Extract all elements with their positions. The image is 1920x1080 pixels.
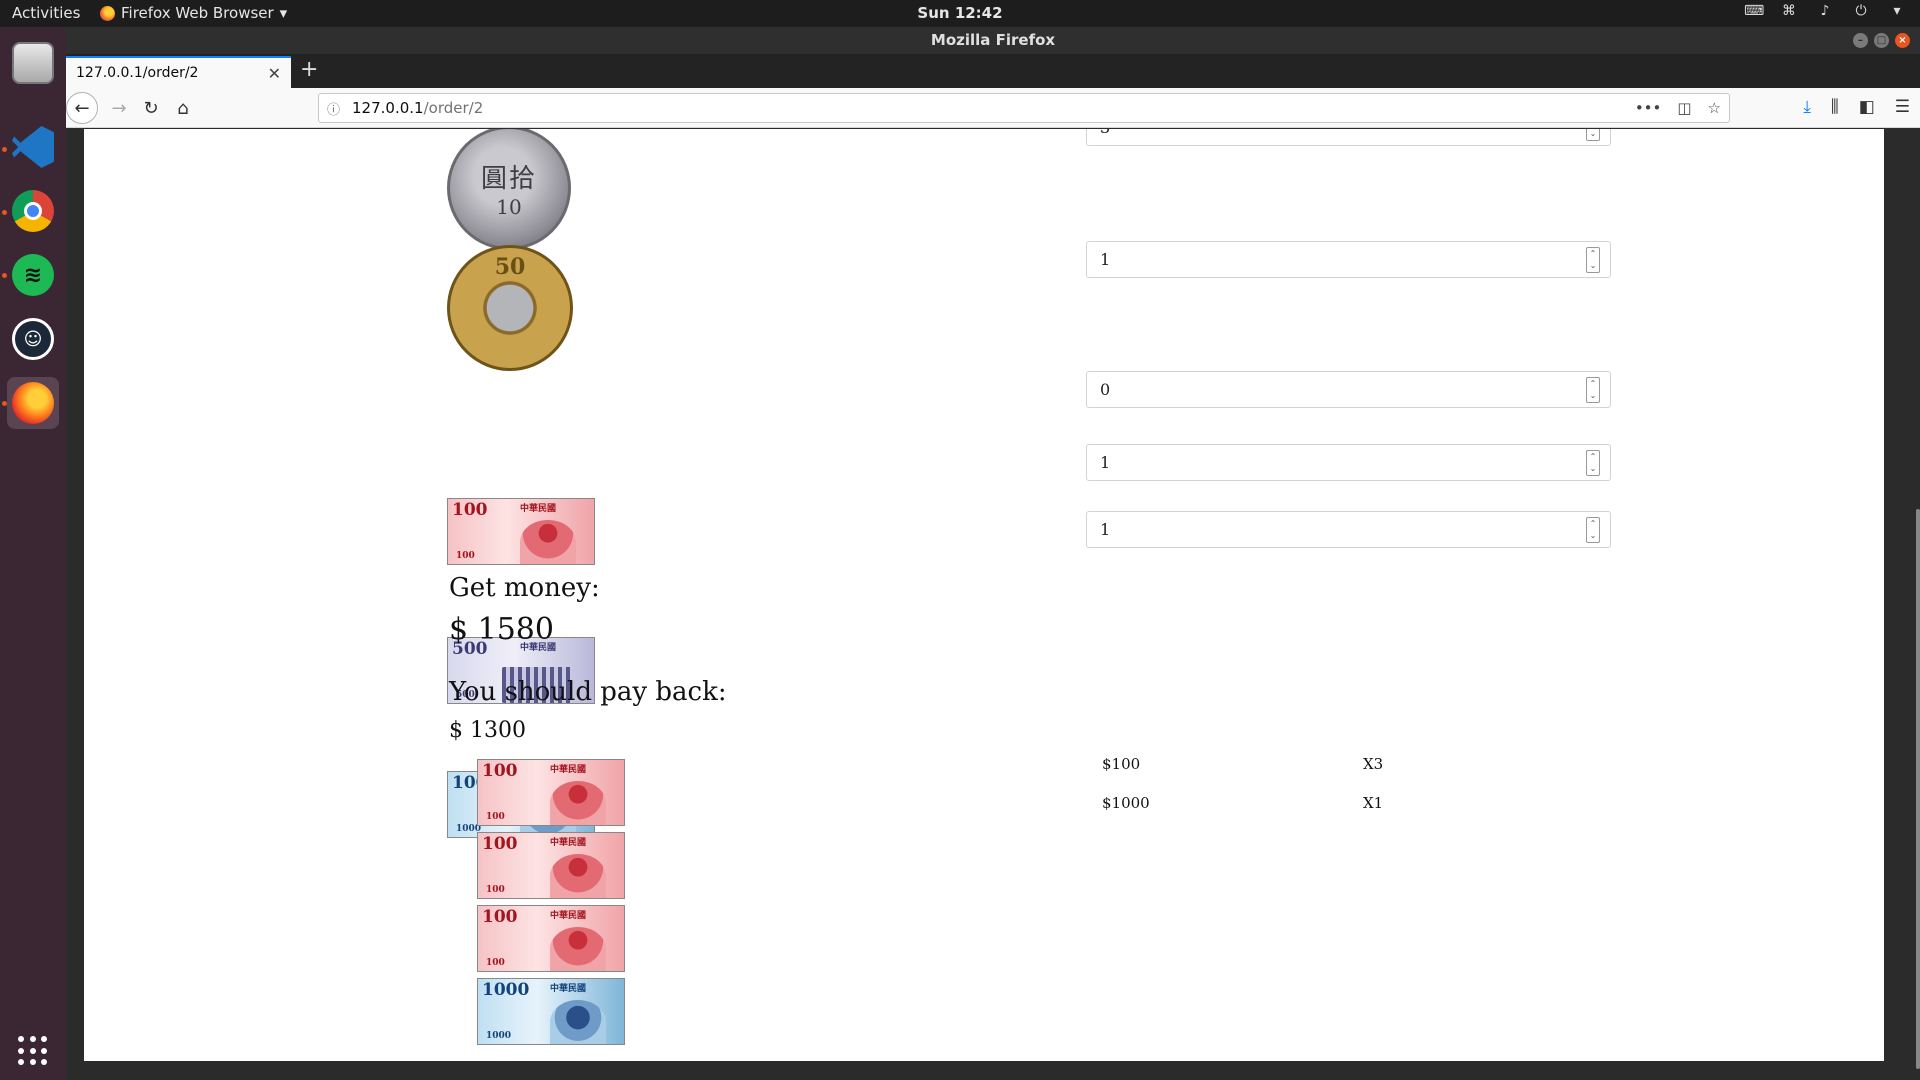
get-money-value: $ 1580 [449, 612, 554, 647]
gitkraken-icon: ☺ [12, 318, 54, 360]
page-actions-icon[interactable]: ••• [1635, 99, 1662, 117]
coin-10-quantity-input[interactable]: 3 ⌃⌄ [1086, 129, 1611, 146]
downloads-icon[interactable]: ⤓ [1803, 97, 1811, 117]
url-bar[interactable]: ⓘ 127.0.0.1/order/2 ••• ◫ ☆ [318, 93, 1730, 123]
firefox-window: Mozilla Firefox – □ × 127.0.0.1/order/2 … [66, 27, 1920, 1080]
note-100-image: 100 中華民國 100 [447, 498, 595, 565]
children-graphic [550, 1000, 606, 1044]
reload-button[interactable]: ↻ [136, 93, 166, 123]
window-title: Mozilla Firefox [930, 31, 1056, 49]
system-top-bar: Activities Firefox Web Browser ▾ Sun 12:… [0, 0, 1920, 27]
volume-icon[interactable]: ♪ [1816, 4, 1834, 18]
coin-10-image: 圓拾 10 [447, 129, 571, 250]
chrome-icon [12, 190, 54, 232]
tab-strip: 127.0.0.1/order/2 ✕ + [66, 54, 1920, 88]
info-icon[interactable]: ⓘ [327, 99, 340, 118]
vscode-icon [12, 126, 54, 168]
forward-button[interactable]: → [104, 93, 134, 123]
maximize-button[interactable]: □ [1874, 33, 1889, 48]
change-row: $100 X3 [1102, 755, 1502, 773]
note-1000-quantity-input[interactable]: 1 ⌃ ⌄ [1086, 511, 1611, 548]
close-icon[interactable]: ✕ [268, 64, 281, 83]
change-note-100: 100 中華民國 100 [477, 905, 625, 972]
quantity-stepper[interactable]: ⌃⌄ [1586, 247, 1600, 273]
note-100-quantity-input[interactable]: 0 ⌃ ⌄ [1086, 371, 1611, 408]
change-denomination: $100 [1102, 755, 1141, 773]
network-icon[interactable]: ⌘ [1780, 4, 1798, 18]
quantity-stepper[interactable]: ⌃⌄ [1586, 129, 1600, 141]
dock-files[interactable] [7, 37, 59, 89]
scrollbar[interactable] [1916, 509, 1920, 1069]
arrow-right-icon: → [111, 97, 127, 119]
home-icon: ⌂ [177, 97, 189, 119]
minimize-button[interactable]: – [1853, 33, 1868, 48]
quantity-stepper[interactable]: ⌃⌄ [1586, 450, 1600, 476]
window-titlebar[interactable]: Mozilla Firefox – □ × [66, 27, 1920, 54]
clock[interactable]: Sun 12:42 [917, 4, 1002, 22]
new-tab-button[interactable]: + [300, 58, 318, 82]
portrait-graphic [550, 781, 606, 825]
coin-50-image: 50 [447, 245, 573, 371]
get-money-label: Get money: [449, 573, 600, 603]
home-button[interactable]: ⌂ [168, 93, 198, 123]
dock-spotify[interactable]: ≋ [7, 249, 59, 301]
close-button[interactable]: × [1895, 33, 1910, 48]
portrait-graphic [550, 854, 606, 898]
library-icon[interactable]: ⫼ [1831, 97, 1839, 117]
pay-back-value: $ 1300 [449, 718, 526, 743]
back-button[interactable]: ← [66, 92, 98, 124]
quantity-stepper[interactable]: ⌃⌄ [1586, 517, 1600, 543]
show-applications-icon[interactable] [18, 1036, 48, 1066]
pay-back-label: You should pay back: [449, 677, 727, 707]
firefox-icon [100, 5, 115, 21]
page-content: 圓拾 10 3 ⌃⌄ 50 1 ⌃⌄ 100 中華民國 100 [84, 129, 1884, 1061]
window-controls: – □ × [1853, 33, 1910, 48]
quantity-stepper[interactable]: ⌃⌄ [1586, 377, 1600, 403]
url-path: /order/2 [423, 99, 484, 117]
keyboard-icon[interactable]: ⌨ [1744, 4, 1764, 18]
dock-vscode[interactable] [7, 121, 59, 173]
chevron-down-icon: ▾ [279, 4, 288, 22]
change-count: X1 [1363, 794, 1384, 812]
change-denomination: $1000 [1102, 794, 1150, 812]
url-host: 127.0.0.1 [352, 99, 424, 117]
navigation-toolbar: ← → ↻ ⌂ ⓘ 127.0.0.1/order/2 ••• ◫ ☆ ⤓ ⫼ … [66, 88, 1920, 128]
toolbar-right: ⤓ ⫼ ◧ ☰ [1803, 97, 1910, 117]
system-tray[interactable]: ⌨ ⌘ ♪ ⏻ ▾ [1744, 4, 1906, 18]
reload-icon: ↻ [143, 97, 159, 119]
portrait-graphic [550, 927, 606, 971]
spotify-icon: ≋ [12, 254, 54, 296]
change-note-100: 100 中華民國 100 [477, 759, 625, 826]
power-icon[interactable]: ⏻ [1852, 4, 1870, 18]
page-viewport: 圓拾 10 3 ⌃⌄ 50 1 ⌃⌄ 100 中華民國 100 [66, 129, 1920, 1080]
chevron-down-icon[interactable]: ▾ [1888, 4, 1906, 18]
dock-firefox[interactable] [7, 377, 59, 429]
dock-gitkraken[interactable]: ☺ [7, 313, 59, 365]
dock-chrome[interactable] [7, 185, 59, 237]
tab-active[interactable]: 127.0.0.1/order/2 ✕ [66, 56, 291, 88]
firefox-icon [12, 382, 54, 424]
url-actions: ••• ◫ ☆ [1635, 99, 1721, 117]
files-icon [12, 42, 54, 84]
app-menu[interactable]: Firefox Web Browser ▾ [100, 4, 287, 22]
activities-button[interactable]: Activities [12, 4, 80, 22]
sidebar-icon[interactable]: ◧ [1859, 97, 1875, 117]
bookmark-star-icon[interactable]: ☆ [1708, 99, 1721, 117]
arrow-left-icon: ← [74, 97, 90, 119]
dock: ≋ ☺ [0, 27, 66, 1080]
menu-icon[interactable]: ☰ [1895, 97, 1910, 117]
change-row: $1000 X1 [1102, 794, 1502, 812]
app-menu-label: Firefox Web Browser [121, 4, 274, 22]
coin-50-quantity-input[interactable]: 1 ⌃ ⌄ [1086, 241, 1611, 278]
tab-title: 127.0.0.1/order/2 [76, 65, 199, 81]
portrait-graphic [520, 520, 576, 564]
pocket-icon[interactable]: ◫ [1677, 99, 1691, 117]
change-note-100: 100 中華民國 100 [477, 832, 625, 899]
note-500-quantity-input[interactable]: 1 ⌃ ⌄ [1086, 444, 1611, 481]
change-note-1000: 1000 中華民國 1000 [477, 978, 625, 1045]
change-count: X3 [1363, 755, 1384, 773]
